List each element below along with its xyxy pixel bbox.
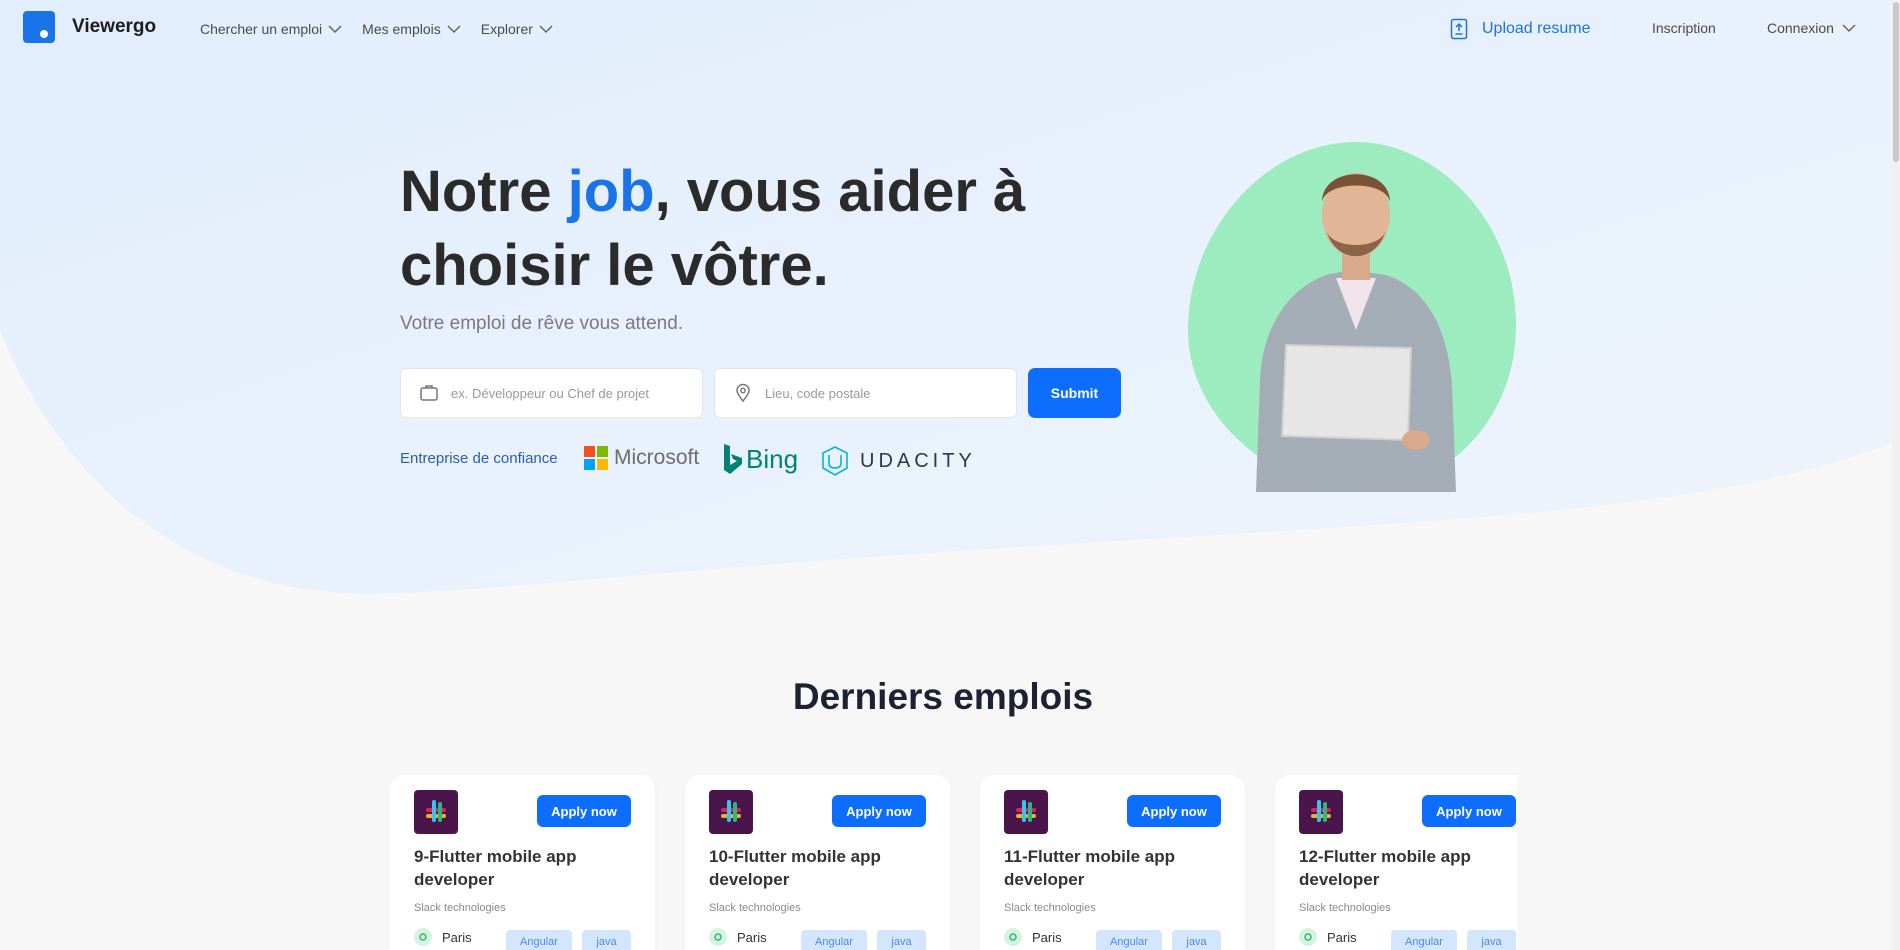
hero-subtitle: Votre emploi de rêve vous attend.	[400, 313, 684, 334]
nav-item-chercher[interactable]: Chercher un emploi	[200, 21, 342, 37]
section-title: Derniers emplois	[792, 676, 1094, 717]
udacity-logo: UDACITY	[820, 446, 976, 476]
top-navbar: Viewergo Chercher un emploi Mes emplois …	[0, 0, 1900, 60]
job-search-input[interactable]: ex. Développeur ou Chef de projet	[400, 368, 703, 418]
slack-logo-icon	[1299, 790, 1343, 834]
company-name: Slack technologies	[709, 902, 801, 914]
job-card[interactable]: Apply now 9-Flutter mobile app developer…	[390, 775, 655, 950]
company-name: Slack technologies	[1004, 902, 1096, 914]
apply-now-button[interactable]: Apply now	[1422, 795, 1516, 827]
signup-link[interactable]: Inscription	[1652, 20, 1716, 36]
chevron-down-icon	[447, 25, 461, 34]
logo-icon[interactable]	[23, 11, 55, 43]
job-title[interactable]: 11-Flutter mobile app developer	[1004, 845, 1224, 891]
location-pin-icon	[1299, 928, 1317, 946]
hero-title: Notre job, vous aider à choisir le vôtre…	[400, 159, 1026, 298]
bing-logo: Bing	[722, 443, 798, 475]
udacity-icon	[822, 446, 848, 476]
location-pin-icon	[414, 928, 432, 946]
nav-item-label: Mes emplois	[362, 21, 441, 37]
login-dropdown[interactable]: Connexion	[1767, 20, 1856, 36]
chevron-down-icon	[1842, 24, 1856, 33]
location-label: Paris	[737, 929, 767, 945]
job-location: Paris	[709, 928, 767, 946]
job-location: Paris	[414, 928, 472, 946]
upload-file-icon	[1450, 18, 1468, 40]
location-pin-icon	[736, 383, 750, 403]
skill-tag[interactable]: Angular	[506, 930, 572, 950]
slack-logo-icon	[709, 790, 753, 834]
nav-item-label: Explorer	[480, 21, 533, 37]
nav-item-mes-emplois[interactable]: Mes emplois	[362, 21, 461, 37]
job-cards-carousel: Apply now 9-Flutter mobile app developer…	[390, 775, 1517, 950]
job-card[interactable]: Apply now 12-Flutter mobile app develope…	[1275, 775, 1517, 950]
skill-tag[interactable]: Angular	[1096, 930, 1162, 950]
skill-tag[interactable]: Angular	[1391, 930, 1457, 950]
job-location: Paris	[1299, 928, 1357, 946]
skill-tag[interactable]: java	[877, 930, 926, 950]
upload-resume-button[interactable]: Upload resume	[1450, 18, 1591, 40]
company-name: Slack technologies	[414, 902, 506, 914]
upload-resume-label: Upload resume	[1482, 20, 1591, 37]
microsoft-logo: Microsoft	[584, 446, 699, 470]
slack-logo-icon	[1004, 790, 1048, 834]
location-label: Paris	[1327, 929, 1357, 945]
apply-now-button[interactable]: Apply now	[1127, 795, 1221, 827]
chevron-down-icon	[539, 25, 553, 34]
skill-tag[interactable]: java	[1467, 930, 1516, 950]
skill-tag[interactable]: Angular	[801, 930, 867, 950]
skill-tag[interactable]: java	[1172, 930, 1221, 950]
hero-title-accent: job	[567, 159, 655, 224]
location-label: Paris	[442, 929, 472, 945]
brand-name[interactable]: Viewergo	[72, 16, 156, 38]
location-input[interactable]: Lieu, code postale	[714, 368, 1017, 418]
slack-logo-icon	[414, 790, 458, 834]
location-pin-icon	[1004, 928, 1022, 946]
job-title[interactable]: 10-Flutter mobile app developer	[709, 845, 929, 891]
nav-item-explorer[interactable]: Explorer	[481, 21, 553, 37]
job-title[interactable]: 9-Flutter mobile app developer	[414, 845, 634, 891]
trusted-companies-label: Entreprise de confiance	[400, 450, 558, 467]
location-placeholder: Lieu, code postale	[765, 385, 871, 401]
apply-now-button[interactable]: Apply now	[537, 795, 631, 827]
location-label: Paris	[1032, 929, 1062, 945]
scrollbar-thumb[interactable]	[1893, 2, 1899, 162]
login-label: Connexion	[1767, 20, 1834, 36]
briefcase-icon	[420, 385, 438, 401]
skill-tag[interactable]: java	[582, 930, 631, 950]
job-search-placeholder: ex. Développeur ou Chef de projet	[451, 385, 650, 401]
hero-portrait	[1188, 142, 1516, 492]
job-card[interactable]: Apply now 10-Flutter mobile app develope…	[685, 775, 950, 950]
job-title[interactable]: 12-Flutter mobile app developer	[1299, 845, 1517, 891]
chevron-down-icon	[328, 25, 342, 34]
company-name: Slack technologies	[1299, 902, 1391, 914]
nav-menu: Chercher un emploi Mes emplois Explorer	[200, 21, 553, 37]
location-pin-icon	[709, 928, 727, 946]
job-location: Paris	[1004, 928, 1062, 946]
apply-now-button[interactable]: Apply now	[832, 795, 926, 827]
bing-icon	[724, 444, 742, 474]
job-card[interactable]: Apply now 11-Flutter mobile app develope…	[980, 775, 1245, 950]
microsoft-grid-icon	[584, 446, 608, 470]
submit-button[interactable]: Submit	[1028, 368, 1121, 418]
page-scrollbar[interactable]	[1892, 0, 1900, 950]
nav-item-label: Chercher un emploi	[200, 21, 323, 37]
